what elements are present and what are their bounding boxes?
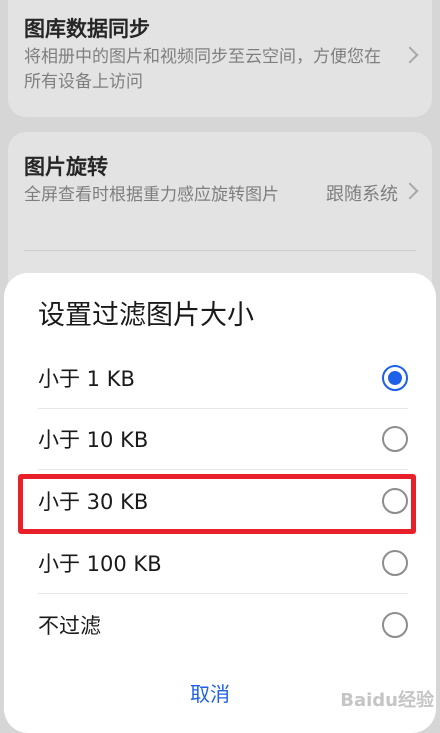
gallery-sync-card[interactable]: 图库数据同步 将相册中的图片和视频同步至云空间，方便您在所有设备上访问 xyxy=(8,0,432,117)
image-rotation-value: 跟随系统 xyxy=(326,184,398,205)
chevron-right-icon xyxy=(401,46,419,64)
option-label: 小于 1 KB xyxy=(38,367,135,391)
cancel-button[interactable]: 取消 xyxy=(190,678,230,707)
highlight-annotation-box xyxy=(18,474,416,534)
option-less-than-10kb[interactable]: 小于 10 KB xyxy=(38,409,408,470)
dialog-title: 设置过滤图片大小 xyxy=(38,300,254,331)
option-less-than-1kb[interactable]: 小于 1 KB xyxy=(38,348,408,409)
radio-unselected-icon[interactable] xyxy=(382,426,408,452)
image-rotation-description: 全屏查看时根据重力感应旋转图片 xyxy=(24,185,279,205)
baidu-watermark-logo: Baidu经验 xyxy=(340,690,434,711)
divider xyxy=(38,593,408,594)
radio-unselected-icon[interactable] xyxy=(382,612,408,638)
option-label: 小于 100 KB xyxy=(38,552,162,576)
divider xyxy=(24,250,416,251)
chevron-right-icon xyxy=(401,182,419,200)
gallery-sync-title: 图库数据同步 xyxy=(24,17,150,41)
gallery-sync-description: 将相册中的图片和视频同步至云空间，方便您在所有设备上访问 xyxy=(24,47,381,92)
option-less-than-100kb[interactable]: 小于 100 KB xyxy=(38,533,408,594)
option-label: 小于 10 KB xyxy=(38,428,149,452)
radio-selected-icon[interactable] xyxy=(382,365,408,391)
image-rotation-title: 图片旋转 xyxy=(24,155,108,179)
divider xyxy=(38,469,408,470)
radio-unselected-icon[interactable] xyxy=(382,550,408,576)
option-label: 不过滤 xyxy=(38,614,101,638)
option-no-filter[interactable]: 不过滤 xyxy=(38,595,408,655)
